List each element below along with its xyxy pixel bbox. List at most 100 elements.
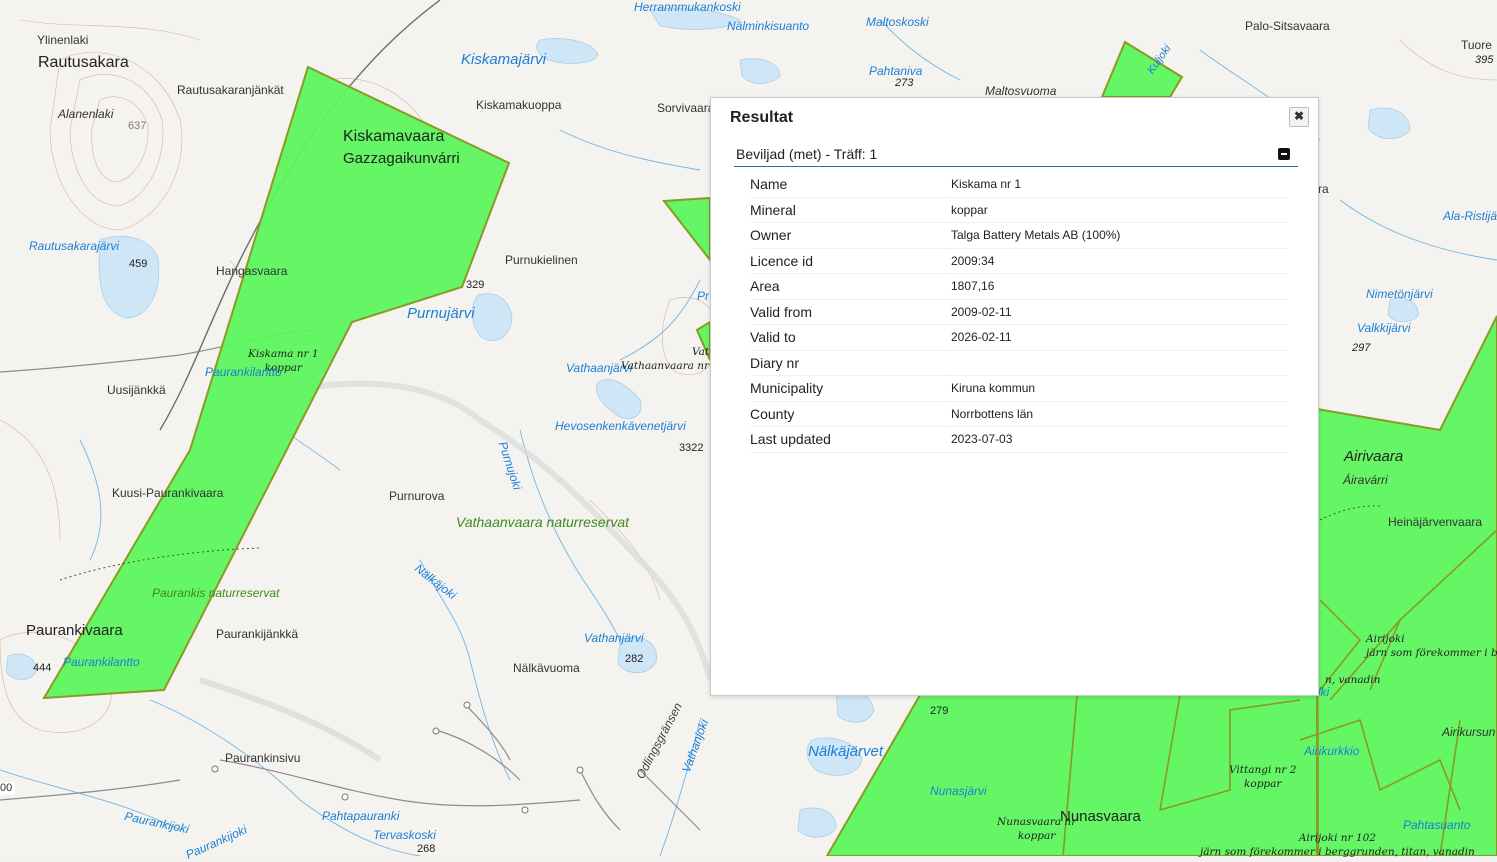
label-vanadin: n, vanadin [1325,674,1381,686]
label-maltoskoski: Maltoskoski [866,15,929,29]
label-gazzagaikunvarri: Gazzagaikunvárri [343,150,460,167]
attr-value: Talga Battery Metals AB (100%) [951,222,1287,249]
attr-key: Mineral [750,197,951,223]
label-hangasvaara: Hangasvaara [216,264,288,278]
attr-key: Owner [750,222,951,249]
label-elev-637: 637 [128,120,147,132]
label-nunasvaara-licence: Nunasvaara nr koppar [997,816,1077,842]
label-rautusakaranjankat: Rautusakaranjänkät [177,83,284,97]
label-nalkajarvet: Nälkäjärvet [808,743,884,760]
attr-key: Name [750,172,951,198]
table-row: Owner Talga Battery Metals AB (100%) [750,222,1287,249]
label-vathanjarvi: Vathanjärvi [584,631,644,645]
label-alanenlaki: Alanenlaki [58,107,114,121]
label-kiskamajarvi: Kiskamajärvi [461,51,547,68]
collapse-icon[interactable] [1278,148,1290,160]
label-herrannmukankoski: Herrannmukankoski [634,0,741,14]
attr-key: Last updated [750,426,951,453]
attr-value: 1807,16 [951,273,1287,300]
label-elev-3322: 3322 [679,442,704,454]
label-elev-273: 273 [895,77,914,89]
attr-value: Kiruna kommun [951,375,1287,402]
result-section-header[interactable]: Beviljad (met) - Träff: 1 [734,144,1298,167]
label-airijoki-licence: Airijoki järn som förekommer i be [1366,633,1497,659]
label-elev-297: 297 [1352,342,1371,354]
table-row: Municipality Kiruna kommun [750,375,1287,402]
label-vathaanvaara-reserve: Vathaanvaara naturreservat [456,514,630,530]
label-kiskamakuoppa: Kiskamakuoppa [476,98,562,112]
label-lki: lki [1318,685,1330,699]
label-kiskamavaara: Kiskamavaara [343,128,445,145]
label-paurankijankka: Paurankijänkkä [216,627,299,641]
scale-label: 00 [0,782,16,795]
label-maltosvuoma: Maltosvuoma [985,84,1057,98]
attr-key: Valid from [750,299,951,325]
label-nalminkisuanto: Nälminkisuanto [727,19,810,33]
label-airijoki-102: Airijoki nr 102 järn som förekommer i be… [1200,832,1475,858]
label-paurankilantto-n: Paurankilantto [205,365,282,379]
label-airikurkkio: Airikurkkio [1304,744,1360,758]
label-purnujarvi: Purnujärvi [407,305,475,322]
label-nunasjarvi: Nunasjärvi [930,784,987,798]
label-elev-459: 459 [129,258,148,270]
label-paurankinsivu: Paurankinsivu [225,751,301,765]
label-tuore: Tuore [1461,38,1492,52]
label-tervaskoski: Tervaskoski [373,828,436,842]
label-elev-444: 444 [33,662,52,674]
attr-key: County [750,401,951,427]
label-pr: Pr [697,289,709,303]
attr-key: Diary nr [750,350,951,376]
label-paurankilantto-s: Paurankilantto [63,655,140,669]
label-valkkijarvi: Valkkijärvi [1357,321,1411,335]
label-rautusakara: Rautusakara [38,54,129,71]
table-row: Last updated 2023-07-03 [750,426,1287,453]
label-nimetonjarvi: Nimetönjärvi [1366,287,1433,301]
label-airivaara: Airivaara [1344,448,1404,465]
label-paurankivaara: Paurankivaara [26,622,123,639]
table-row: Diary nr [750,350,1287,376]
label-ala-ristija: Ala-Ristijä [1443,209,1497,223]
close-button[interactable]: ✖ [1289,107,1309,127]
label-elev-282: 282 [625,653,644,665]
table-row: Valid from 2009-02-11 [750,299,1287,325]
table-row: Area 1807,16 [750,273,1287,300]
label-ra: ra [1318,182,1329,196]
label-elev-268: 268 [417,843,436,855]
table-row: Mineral koppar [750,197,1287,223]
result-section-title: Beviljad (met) - Träff: 1 [736,146,878,162]
table-row: County Norrbottens län [750,401,1287,427]
label-airavarri: Áiravárri [1343,473,1388,487]
attr-value: 2009-02-11 [951,299,1287,325]
label-sorvivaara: Sorvivaara [657,101,715,115]
label-vat: Vat [692,346,710,358]
attr-value: 2009:34 [951,248,1287,274]
label-palo-sitsavaara: Palo-Sitsavaara [1245,19,1330,33]
table-row: Valid to 2026-02-11 [750,324,1287,351]
label-uusijankka: Uusijänkkä [107,383,166,397]
attr-value: Norrbottens län [951,401,1287,427]
label-nalkavuoma: Nälkävuoma [513,661,580,675]
attr-key: Municipality [750,375,951,402]
label-elev-395: 395 [1475,54,1494,66]
popup-title: Resultat [730,109,794,126]
attr-key: Licence id [750,248,951,274]
table-row: Licence id 2009:34 [750,248,1287,274]
label-elev-329: 329 [466,279,485,291]
label-vittangi-licence: Vittangi nr 2 koppar [1229,764,1297,790]
label-airikursun: Airikursun [1442,725,1496,739]
table-row: Name Kiskama nr 1 [750,172,1287,198]
attr-value [951,350,1287,376]
label-pahtasuanto: Pahtasuanto [1403,818,1471,832]
label-purnukielinen: Purnukielinen [505,253,578,267]
attr-value: 2023-07-03 [951,426,1287,453]
label-ylinenlaki: Ylinenlaki [37,33,89,47]
label-heinajarvenvaara: Heinäjärvenvaara [1388,515,1483,529]
label-pahtaniva: Pahtaniva [869,64,923,78]
label-paurankis-reserve: Paurankis naturreservat [152,586,280,600]
label-hevosenkenkavenetjarvi: Hevosenkenkävenetjärvi [555,419,686,433]
attr-value: Kiskama nr 1 [951,172,1287,198]
attribute-table: Name Kiskama nr 1 Mineral koppar Owner Talg… [750,172,1287,453]
label-pahtapauranki: Pahtapauranki [322,809,400,823]
label-elev-279: 279 [930,705,949,717]
results-popup: Resultat ✖ Beviljad (met) - Träff: 1 Nam… [710,97,1319,696]
